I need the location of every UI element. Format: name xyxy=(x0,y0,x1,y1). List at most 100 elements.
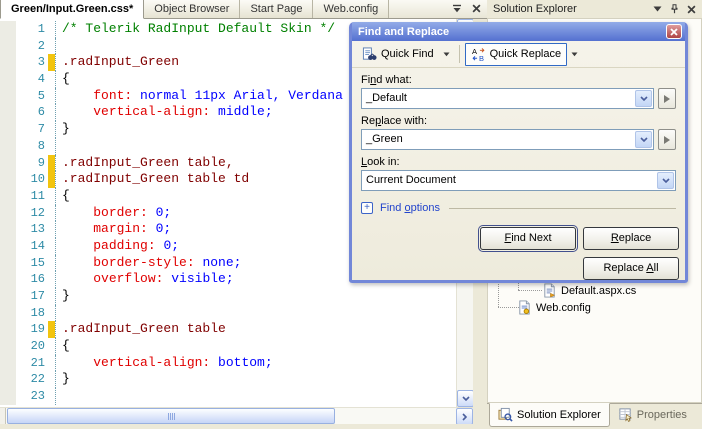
expand-plus-icon[interactable]: + xyxy=(361,202,373,214)
dialog-title: Find and Replace xyxy=(358,26,666,38)
indicator-margin xyxy=(0,371,16,388)
dialog-toolbar: Quick Find AB Quick Replace xyxy=(352,41,685,68)
editor-horizontal-scrollbar[interactable] xyxy=(0,407,473,424)
quick-replace-icon: AB xyxy=(471,47,486,62)
indicator-margin xyxy=(0,238,16,255)
find-what-label: Find what: xyxy=(361,74,676,86)
tab-web-config[interactable]: Web.config xyxy=(313,0,389,18)
document-list-dropdown-icon[interactable] xyxy=(449,1,465,16)
replace-button[interactable]: Replace xyxy=(583,227,679,250)
change-tracking-bar xyxy=(48,321,55,338)
code-text xyxy=(55,305,456,322)
code-text: .radInput_Green table xyxy=(55,321,456,338)
tab-properties[interactable]: Properties xyxy=(610,404,695,426)
find-what-value[interactable]: _Default xyxy=(362,89,634,108)
window-position-icon[interactable] xyxy=(650,3,664,16)
replace-with-expression-button[interactable] xyxy=(658,129,676,150)
horizontal-scroll-thumb[interactable] xyxy=(7,408,335,424)
tab-input-green-css[interactable]: Green/Input.Green.css* xyxy=(0,0,144,19)
close-document-icon[interactable] xyxy=(468,1,484,16)
indicator-margin xyxy=(0,88,16,105)
indicator-margin xyxy=(0,104,16,121)
tool-window-tabstrip: Solution Explorer Properties xyxy=(487,403,702,429)
replace-all-button[interactable]: Replace All xyxy=(583,257,679,280)
line-number: 18 xyxy=(16,305,48,322)
tab-object-browser[interactable]: Object Browser xyxy=(144,0,240,18)
change-tracking-column xyxy=(48,205,55,222)
indicator-margin xyxy=(0,71,16,88)
splitter-box[interactable] xyxy=(0,408,6,425)
change-tracking-column xyxy=(48,371,55,388)
tree-item-default-aspx-cs[interactable]: Default.aspx.cs xyxy=(542,282,636,299)
find-and-replace-dialog: Find and Replace Quick Find AB Quick Rep… xyxy=(349,22,688,283)
indicator-margin xyxy=(0,221,16,238)
tab-label: Solution Explorer xyxy=(517,409,601,421)
look-in-combobox[interactable]: Current Document xyxy=(361,170,676,191)
quick-find-button[interactable]: Quick Find xyxy=(357,44,439,65)
indicator-margin xyxy=(0,205,16,222)
tree-item-web-config[interactable]: Web.config xyxy=(517,299,591,316)
quick-replace-button[interactable]: AB Quick Replace xyxy=(465,43,568,66)
replace-with-dropdown-icon[interactable] xyxy=(635,131,652,148)
indicator-margin xyxy=(0,338,16,355)
find-options-expander[interactable]: + Find options xyxy=(361,202,676,214)
line-number: 19 xyxy=(16,321,48,338)
code-line: 22} xyxy=(0,371,456,388)
code-text: vertical-align: bottom; xyxy=(55,355,456,372)
close-panel-icon[interactable] xyxy=(684,3,698,16)
code-line: 20{ xyxy=(0,338,456,355)
change-tracking-column xyxy=(48,388,55,405)
quick-find-icon xyxy=(362,47,377,62)
indicator-margin xyxy=(0,171,16,188)
find-options-label[interactable]: Find options xyxy=(380,202,440,214)
line-number: 11 xyxy=(16,188,48,205)
quick-replace-dropdown-icon[interactable] xyxy=(567,49,582,60)
code-line: 19 .radInput_Green table xyxy=(0,321,456,338)
change-tracking-column xyxy=(48,305,55,322)
ide-window: Green/Input.Green.css* Object Browser St… xyxy=(0,0,702,429)
change-tracking-column xyxy=(48,104,55,121)
indicator-margin xyxy=(0,355,16,372)
line-number: 15 xyxy=(16,255,48,272)
code-file-icon xyxy=(542,283,557,298)
play-icon xyxy=(664,95,670,103)
find-next-button[interactable]: Find Next xyxy=(480,227,576,250)
indicator-margin xyxy=(0,38,16,55)
quick-find-dropdown-icon[interactable] xyxy=(439,49,454,60)
dialog-titlebar[interactable]: Find and Replace xyxy=(352,22,685,41)
code-text: { xyxy=(55,338,456,355)
tab-start-page[interactable]: Start Page xyxy=(240,0,313,18)
indicator-margin xyxy=(0,155,16,172)
tree-guide-line xyxy=(518,290,542,291)
look-in-value[interactable]: Current Document xyxy=(362,171,656,190)
replace-with-value[interactable]: _Green xyxy=(362,130,634,149)
look-in-label: Look in: xyxy=(361,156,676,168)
find-what-dropdown-icon[interactable] xyxy=(635,90,652,107)
line-number: 5 xyxy=(16,88,48,105)
code-text: } xyxy=(55,371,456,388)
find-what-combobox[interactable]: _Default xyxy=(361,88,654,109)
indicator-margin xyxy=(0,54,16,71)
find-what-expression-button[interactable] xyxy=(658,88,676,109)
line-number: 23 xyxy=(16,388,48,405)
change-tracking-column xyxy=(48,238,55,255)
line-number: 22 xyxy=(16,371,48,388)
quick-replace-label: Quick Replace xyxy=(490,48,562,60)
change-tracking-column xyxy=(48,255,55,272)
code-line: 18 xyxy=(0,305,456,322)
svg-text:A: A xyxy=(472,47,477,56)
scroll-down-icon[interactable] xyxy=(457,390,474,407)
indicator-margin xyxy=(0,271,16,288)
look-in-dropdown-icon[interactable] xyxy=(657,172,674,189)
replace-with-combobox[interactable]: _Green xyxy=(361,129,654,150)
line-number: 3 xyxy=(16,54,48,71)
auto-hide-pin-icon[interactable] xyxy=(667,3,681,16)
dialog-close-icon[interactable] xyxy=(666,24,682,39)
line-number: 13 xyxy=(16,221,48,238)
tab-label: Properties xyxy=(637,409,687,421)
scroll-right-icon[interactable] xyxy=(456,408,473,425)
change-tracking-column xyxy=(48,138,55,155)
tab-solution-explorer[interactable]: Solution Explorer xyxy=(489,403,610,427)
properties-icon xyxy=(618,407,633,422)
indicator-margin xyxy=(0,388,16,405)
